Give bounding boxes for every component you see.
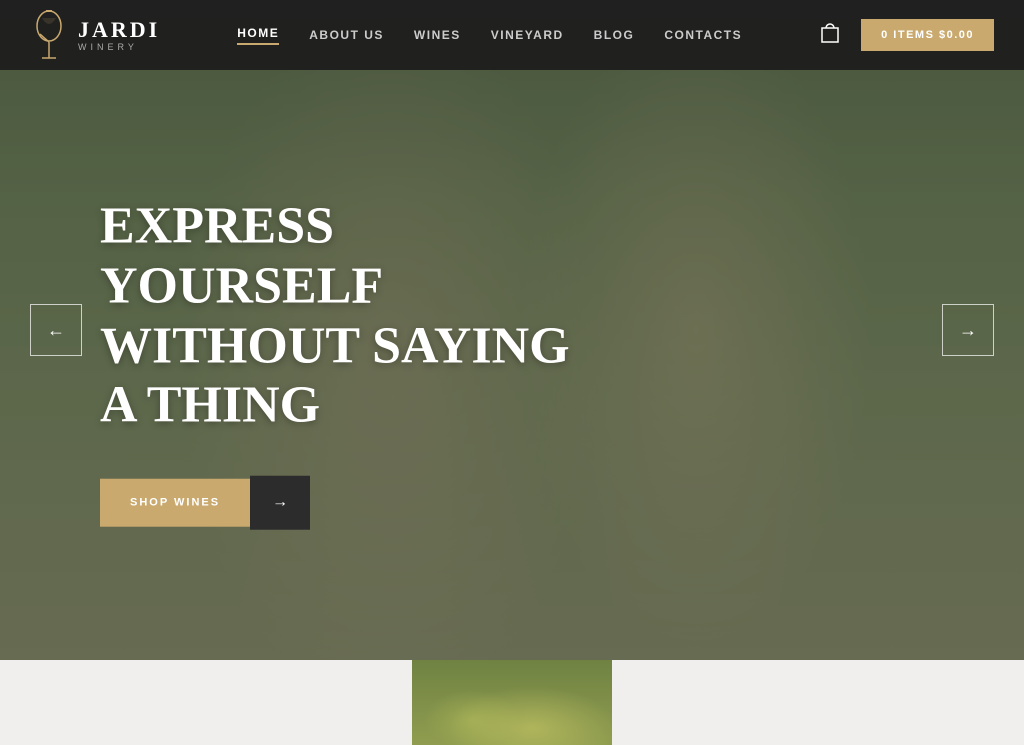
cta-arrow-icon: →	[272, 494, 288, 512]
bottom-preview	[412, 660, 612, 745]
logo-name: JARDI	[78, 19, 160, 41]
cart-icon[interactable]	[819, 20, 841, 50]
nav-item-vineyard[interactable]: VINEYARD	[491, 28, 564, 42]
bottom-section	[0, 660, 1024, 745]
nav-item-about[interactable]: ABOUT US	[309, 28, 384, 42]
logo-icon	[30, 10, 68, 60]
hero-cta: SHOP WINES →	[100, 476, 620, 530]
logo-sub: WINERY	[78, 43, 160, 52]
nav-list: HOME ABOUT US WINES VINEYARD BLOG CONTAC…	[237, 26, 742, 45]
shop-wines-arrow-button[interactable]: →	[250, 476, 310, 530]
header-right: 0 ITEMS $0.00	[819, 19, 994, 51]
nav-item-wines[interactable]: WINES	[414, 28, 461, 42]
nav-item-home[interactable]: HOME	[237, 26, 279, 45]
hero-next-button[interactable]: →	[942, 304, 994, 356]
cart-button[interactable]: 0 ITEMS $0.00	[861, 19, 994, 51]
shop-wines-button[interactable]: SHOP WINES	[100, 479, 250, 527]
logo-text: JARDI WINERY	[78, 19, 160, 52]
bottom-preview-image	[412, 660, 612, 745]
main-header: JARDI WINERY HOME ABOUT US WINES VINEYAR…	[0, 0, 1024, 70]
main-nav: HOME ABOUT US WINES VINEYARD BLOG CONTAC…	[237, 26, 742, 45]
arrow-left-icon: ←	[47, 320, 65, 341]
hero-content: EXPRESS YOURSELF WITHOUT SAYING A THING …	[100, 197, 620, 530]
arrow-right-icon: →	[959, 320, 977, 341]
logo[interactable]: JARDI WINERY	[30, 10, 160, 60]
nav-item-contacts[interactable]: CONTACTS	[664, 28, 742, 42]
hero-section: ← → EXPRESS YOURSELF WITHOUT SAYING A TH…	[0, 0, 1024, 660]
hero-prev-button[interactable]: ←	[30, 304, 82, 356]
hero-title: EXPRESS YOURSELF WITHOUT SAYING A THING	[100, 197, 620, 436]
nav-item-blog[interactable]: BLOG	[594, 28, 635, 42]
